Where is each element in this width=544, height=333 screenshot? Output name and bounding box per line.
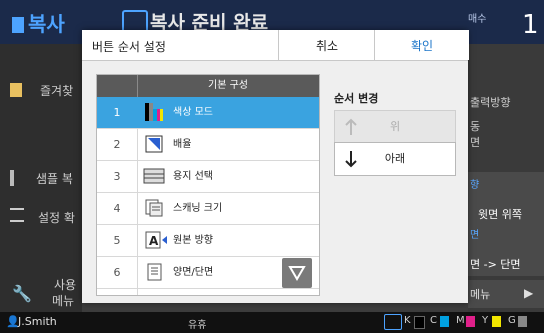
idle-status: 유휴 xyxy=(188,320,207,331)
menu-button[interactable]: 메뉴 ▶ xyxy=(468,280,544,308)
list-item[interactable]: 3 용지 선택 xyxy=(97,161,319,193)
row-divider xyxy=(137,225,138,256)
row-label: 배율 xyxy=(173,139,192,150)
right-text-2: 동 xyxy=(470,120,481,133)
row-number: 1 xyxy=(113,106,121,119)
list-header-label: 기본 구성 xyxy=(208,80,248,91)
user-name[interactable]: J.Smith xyxy=(18,315,57,328)
link-icon[interactable] xyxy=(384,314,402,330)
order-change-title: 순서 변경 xyxy=(334,92,379,105)
list-item[interactable]: 5 A 원본 방향 xyxy=(97,225,319,257)
list-item[interactable]: 4 스캐닝 크기 xyxy=(97,193,319,225)
ink-c-icon xyxy=(440,316,449,327)
ink-label-m: M xyxy=(456,315,465,326)
scan-size-icon xyxy=(145,199,163,217)
row-label: 원본 방향 xyxy=(173,235,213,246)
ink-m-icon xyxy=(466,316,475,327)
user-menu-label-2: 메뉴 xyxy=(52,294,75,308)
right-text-3: 면 xyxy=(470,136,481,149)
ink-k-icon xyxy=(414,316,425,329)
dialog-title: 버튼 순서 설정 xyxy=(92,40,166,54)
ink-label-c: C xyxy=(430,315,437,326)
row-number: 4 xyxy=(113,202,121,215)
row-divider xyxy=(137,257,138,288)
right-text-6: 면 xyxy=(470,230,480,241)
ink-label-y: Y xyxy=(482,315,489,326)
row-label: 용지 선택 xyxy=(173,171,213,182)
favorites-label: 즐겨찾 xyxy=(40,84,74,98)
ink-label-k: K xyxy=(404,315,411,326)
wrench-icon: 🔧 xyxy=(12,284,32,303)
row-divider xyxy=(137,161,138,192)
color-mode-icon xyxy=(145,103,163,121)
output-direction-text: 출력방향 xyxy=(470,96,511,109)
move-down-button[interactable]: 아래 xyxy=(334,142,456,176)
settings-confirm-item[interactable]: 설정 확 xyxy=(10,208,75,226)
left-panel: 즐겨찾 샘플 복 설정 확 🔧 사용 메뉴 xyxy=(0,44,82,314)
row-label: 양면/단면 xyxy=(173,267,214,278)
button-order-dialog: 버튼 순서 설정 취소 확인 기본 구성 1 색상 모드 2 배율 3 용지 선… xyxy=(82,30,469,303)
row-number: 3 xyxy=(113,170,121,183)
user-menu-label-1: 사용 xyxy=(54,278,77,292)
duplex-setting[interactable]: 면 면 -> 단면 xyxy=(468,222,544,276)
copies-label: 매수 xyxy=(468,14,487,25)
ok-button[interactable]: 확인 xyxy=(374,30,469,60)
row-divider xyxy=(137,193,138,224)
scroll-down-button[interactable] xyxy=(282,258,312,288)
list-icon xyxy=(10,208,24,222)
duplex-icon xyxy=(145,263,163,281)
triangle-down-icon xyxy=(288,266,306,281)
row-label: 색상 모드 xyxy=(173,107,213,118)
row-number: 6 xyxy=(113,266,121,279)
row-divider xyxy=(137,289,138,295)
ink-label-g: G xyxy=(508,315,516,326)
sample-copy-label: 샘플 복 xyxy=(36,172,73,186)
list-item-partial[interactable] xyxy=(97,289,319,295)
list-item[interactable]: 1 색상 모드 xyxy=(97,97,319,129)
move-up-label: 위 xyxy=(389,120,401,133)
row-number: 2 xyxy=(113,138,121,151)
sample-copy-item[interactable]: 샘플 복 xyxy=(10,170,73,187)
list-header: 기본 구성 xyxy=(97,75,319,97)
ink-y-icon xyxy=(492,316,501,327)
copies-value[interactable]: 1 xyxy=(522,10,539,40)
copy-screen: 복사 복사 준비 완료 매수 1 즐겨찾 샘플 복 설정 확 🔧 사용 메뉴 출… xyxy=(0,0,544,333)
copy-mode-icon xyxy=(12,17,24,33)
app-title-label: 복사 xyxy=(28,12,65,36)
sample-copy-icon xyxy=(10,170,14,186)
row-divider xyxy=(137,129,138,160)
move-up-button[interactable]: 위 xyxy=(334,110,456,144)
paper-select-icon xyxy=(143,167,165,185)
play-icon: ▶ xyxy=(524,286,534,300)
list-item[interactable]: 2 배율 xyxy=(97,129,319,161)
right-text-7: 면 -> 단면 xyxy=(470,258,521,271)
favorites-icon xyxy=(10,83,22,97)
row-label: 스캐닝 크기 xyxy=(173,203,223,214)
menu-label: 메뉴 xyxy=(470,288,491,301)
zoom-icon xyxy=(145,135,163,153)
original-direction-icon: A xyxy=(145,231,169,249)
row-number: 5 xyxy=(113,234,121,247)
favorites-item[interactable]: 즐겨찾 xyxy=(10,82,73,99)
right-text-4: 향 xyxy=(470,180,480,191)
app-title: 복사 xyxy=(12,8,65,37)
right-text-5: 윗면 위쪽 xyxy=(478,208,522,221)
move-down-label: 아래 xyxy=(384,152,406,165)
settings-confirm-label: 설정 확 xyxy=(38,211,75,225)
ink-g-icon xyxy=(518,316,527,327)
dialog-header: 버튼 순서 설정 취소 확인 xyxy=(82,30,469,61)
cancel-button[interactable]: 취소 xyxy=(278,30,375,60)
svg-text:A: A xyxy=(149,234,159,248)
